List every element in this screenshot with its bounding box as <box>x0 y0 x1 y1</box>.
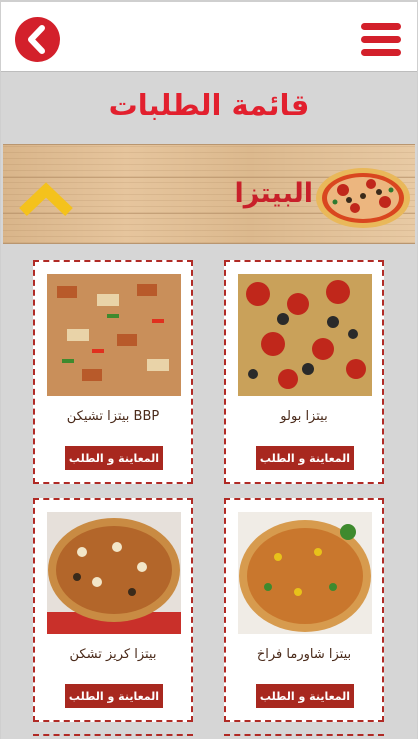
preview-order-button[interactable]: المعاينة و الطلب <box>256 684 354 708</box>
top-bar <box>1 0 417 72</box>
product-image <box>47 512 181 634</box>
product-card[interactable]: بيتزا كريز تشكن المعاينة و الطلب <box>33 498 193 722</box>
product-card[interactable]: بيتزا بولو المعاينة و الطلب <box>224 260 384 484</box>
preview-order-button[interactable]: المعاينة و الطلب <box>65 446 163 470</box>
collapse-category-button[interactable] <box>17 180 75 220</box>
product-image <box>238 512 372 634</box>
product-card[interactable]: بيتزا شاورما فراخ المعاينة و الطلب <box>224 498 384 722</box>
product-name: بيتزا تشيكن BBP <box>66 409 160 424</box>
next-card-edge <box>224 734 384 746</box>
product-name: بيتزا بولو <box>280 409 328 424</box>
product-name: بيتزا شاورما فراخ <box>256 647 352 662</box>
product-card[interactable]: بيتزا تشيكن BBP المعاينة و الطلب <box>33 260 193 484</box>
back-button[interactable] <box>15 17 60 62</box>
chevron-left-icon <box>28 25 45 54</box>
chevron-up-icon <box>19 182 73 216</box>
product-name: بيتزا كريز تشكن <box>69 647 157 662</box>
page-title: قائمة الطلبات <box>108 88 310 122</box>
app-frame: قائمة الطلبات البيتزا بيتزا بولو المعاين… <box>0 0 418 739</box>
menu-button[interactable] <box>361 23 401 57</box>
preview-order-button[interactable]: المعاينة و الطلب <box>256 446 354 470</box>
product-image <box>238 274 372 396</box>
pizza-image <box>316 168 410 228</box>
hamburger-menu-icon <box>361 23 401 30</box>
preview-order-button[interactable]: المعاينة و الطلب <box>65 684 163 708</box>
product-image <box>47 274 181 396</box>
next-card-edge <box>33 734 193 746</box>
category-label: البيتزا <box>234 178 313 209</box>
